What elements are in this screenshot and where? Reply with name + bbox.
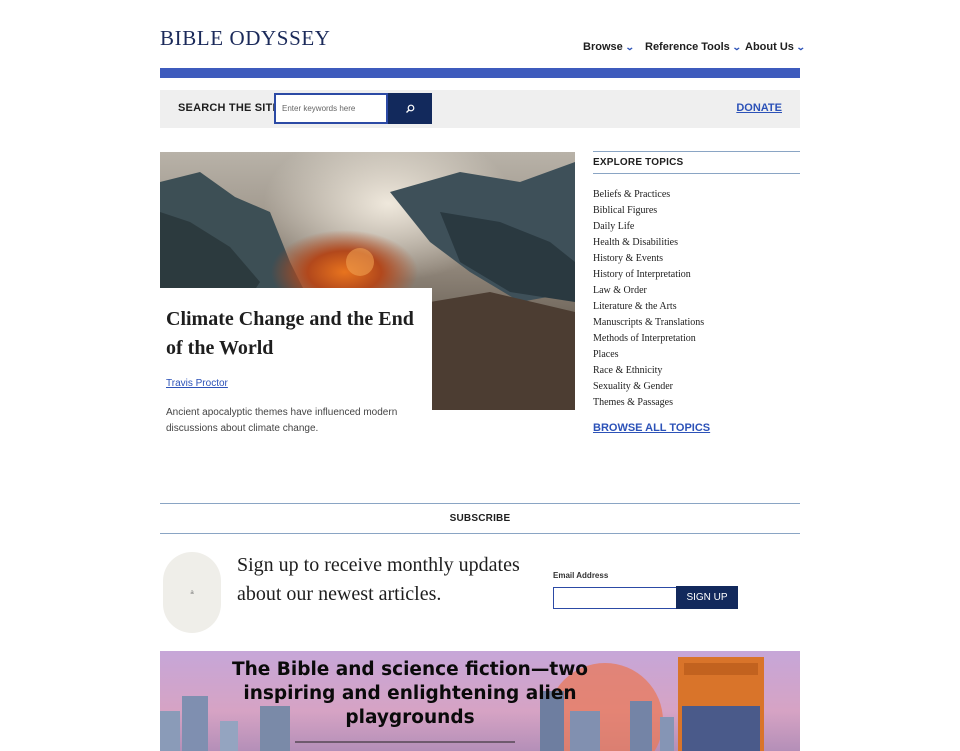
topic-link[interactable]: Themes & Passages — [593, 395, 800, 411]
topic-link[interactable]: Sexuality & Gender — [593, 379, 800, 395]
promo-banner[interactable]: The Bible and science fiction—two inspir… — [160, 651, 800, 751]
subscribe-message: Sign up to receive monthly updates about… — [237, 554, 520, 605]
topic-link[interactable]: Methods of Interpretation — [593, 331, 800, 347]
featured-article-author[interactable]: Travis Proctor — [166, 378, 228, 389]
sign-up-button[interactable]: SIGN UP — [676, 586, 738, 609]
search-input[interactable] — [274, 93, 388, 124]
topic-link[interactable]: Manuscripts & Translations — [593, 315, 800, 331]
search-button[interactable] — [388, 93, 432, 124]
topic-list: Beliefs & Practices Biblical Figures Dai… — [593, 187, 800, 411]
site-logo[interactable]: BIBLE ODYSSEY — [160, 26, 331, 51]
search-band: SEARCH THE SITE DONATE — [160, 90, 800, 128]
chevron-down-icon: ⌄ — [624, 41, 635, 52]
browse-all-topics-link[interactable]: BROWSE ALL TOPICS — [593, 422, 710, 434]
search-icon — [406, 104, 415, 113]
newsletter-icon: a — [163, 552, 221, 633]
explore-topics: EXPLORE TOPICS Beliefs & Practices Bibli… — [593, 151, 800, 411]
header-accent-bar — [160, 68, 800, 78]
explore-topics-heading: EXPLORE TOPICS — [593, 151, 800, 174]
search-label: SEARCH THE SITE — [178, 102, 281, 114]
chevron-down-icon: ⌄ — [731, 41, 742, 52]
topic-link[interactable]: History & Events — [593, 251, 800, 267]
topic-link[interactable]: Daily Life — [593, 219, 800, 235]
nav-about-us[interactable]: About Us ⌄ — [745, 41, 806, 53]
nav-browse-label: Browse — [583, 41, 623, 53]
topic-link[interactable]: History of Interpretation — [593, 267, 800, 283]
subscribe-heading: SUBSCRIBE — [160, 503, 800, 534]
promo-banner-text: The Bible and science fiction—two inspir… — [231, 659, 588, 728]
donate-link[interactable]: DONATE — [736, 102, 782, 114]
topic-link[interactable]: Race & Ethnicity — [593, 363, 800, 379]
newsletter-icon-text: a — [190, 589, 194, 596]
topic-link[interactable]: Health & Disabilities — [593, 235, 800, 251]
email-label: Email Address — [553, 571, 609, 580]
nav-reference-tools-label: Reference Tools — [645, 41, 730, 53]
featured-article-card: Climate Change and the End of the World … — [160, 288, 432, 453]
topic-link[interactable]: Law & Order — [593, 283, 800, 299]
nav-about-us-label: About Us — [745, 41, 794, 53]
email-field[interactable] — [553, 587, 677, 609]
featured-article-title[interactable]: Climate Change and the End of the World — [166, 305, 426, 363]
nav-reference-tools[interactable]: Reference Tools ⌄ — [645, 41, 742, 53]
topic-link[interactable]: Beliefs & Practices — [593, 187, 800, 203]
topic-link[interactable]: Places — [593, 347, 800, 363]
chevron-down-icon: ⌄ — [795, 41, 806, 52]
topic-link[interactable]: Literature & the Arts — [593, 299, 800, 315]
nav-browse[interactable]: Browse ⌄ — [583, 41, 635, 53]
featured-article-description: Ancient apocalyptic themes have influenc… — [166, 407, 398, 434]
topic-link[interactable]: Biblical Figures — [593, 203, 800, 219]
